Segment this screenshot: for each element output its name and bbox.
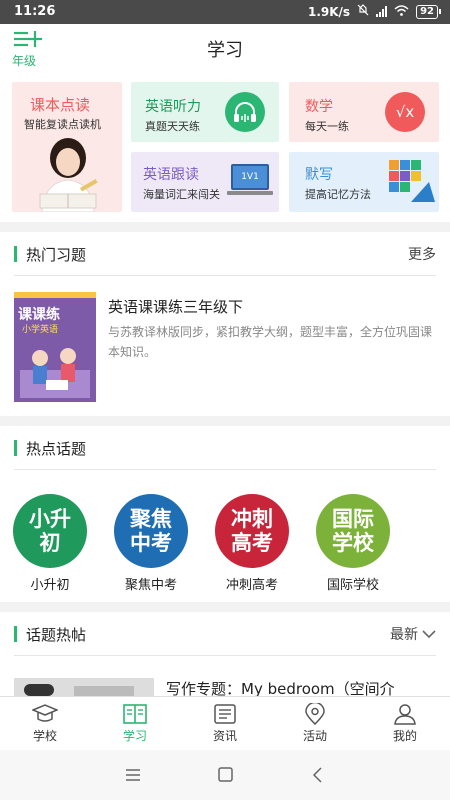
square-icon bbox=[218, 767, 233, 782]
topic-item-zhongkao[interactable]: 聚焦 中考 聚焦中考 bbox=[113, 494, 189, 593]
tab-study[interactable]: 学习 bbox=[90, 697, 180, 751]
hot-exercises-section: 热门习题 更多 课课练 小学英语 英语课课练三年级下 与苏教译林版同步，紧扣教学… bbox=[0, 232, 450, 416]
topic-badge: 冲刺 高考 bbox=[215, 494, 289, 568]
card-title: 数学 bbox=[305, 99, 333, 115]
section-accent-bar bbox=[14, 626, 17, 642]
topic-badge: 聚焦 中考 bbox=[114, 494, 188, 568]
book-icon bbox=[123, 704, 147, 724]
system-nav-bar bbox=[0, 750, 450, 800]
section-header: 热门习题 更多 bbox=[14, 232, 436, 276]
mute-icon bbox=[357, 4, 369, 19]
feature-grid: 课本点读 智能复读点读机 英语听力 真题天天练 数学 每天一练 √x 英语跟读 … bbox=[0, 72, 450, 222]
card-title: 课本点读 bbox=[30, 96, 91, 114]
book-title: 英语课课练三年级下 bbox=[108, 298, 244, 316]
post-thumbnail bbox=[14, 678, 154, 696]
section-accent-bar bbox=[14, 440, 17, 456]
tab-label: 资讯 bbox=[212, 729, 237, 743]
card-subtitle: 真题天天练 bbox=[145, 120, 200, 133]
status-time: 11:26 bbox=[14, 4, 56, 19]
english-follow-reading-card[interactable]: 英语跟读 海量词汇来闯关 1V1 bbox=[131, 152, 279, 212]
sort-label: 最新 bbox=[390, 627, 418, 643]
tab-mine[interactable]: 我的 bbox=[360, 697, 450, 751]
section-accent-bar bbox=[14, 246, 17, 262]
blocks-icon bbox=[389, 160, 435, 202]
wifi-icon bbox=[394, 4, 409, 19]
page-title: 学习 bbox=[207, 40, 243, 61]
laptop-1v1-icon: 1V1 bbox=[227, 164, 273, 200]
card-subtitle: 每天一练 bbox=[305, 120, 349, 133]
topic-item-gaokao[interactable]: 冲刺 高考 冲刺高考 bbox=[214, 494, 290, 593]
hot-topics-section: 热点话题 小升 初 小升初 聚焦 中考 聚焦中考 冲刺 高考 冲刺高考 国际 学… bbox=[0, 426, 450, 602]
menu-key[interactable] bbox=[122, 764, 146, 786]
card-title: 英语跟读 bbox=[143, 167, 199, 183]
cell-signal-icon bbox=[376, 6, 388, 17]
topic-badge: 国际 学校 bbox=[316, 494, 390, 568]
back-key[interactable] bbox=[306, 764, 330, 786]
section-title: 热门习题 bbox=[26, 246, 87, 264]
network-speed: 1.9K/s bbox=[307, 4, 351, 19]
book-description: 与苏教译林版同步，紧扣教学大纲，题型丰富，全方位巩固课本知识。 bbox=[108, 325, 433, 359]
tab-label: 我的 bbox=[392, 729, 417, 743]
user-icon bbox=[394, 704, 416, 725]
section-title: 热点话题 bbox=[26, 440, 87, 458]
news-icon bbox=[214, 704, 236, 724]
topic-label: 聚焦中考 bbox=[124, 578, 177, 593]
location-pin-icon bbox=[305, 703, 325, 725]
bottom-tab-bar: 学校 学习 资讯 活动 我的 bbox=[0, 696, 450, 750]
tab-label: 活动 bbox=[302, 729, 327, 743]
topic-item-international-school[interactable]: 国际 学校 国际学校 bbox=[315, 494, 391, 593]
card-title: 英语听力 bbox=[145, 99, 201, 115]
topic-posts-section: 话题热帖 最新 写作专题：My bedroom（空间介 bbox=[0, 612, 450, 698]
topic-badge: 小升 初 bbox=[13, 494, 87, 568]
book-cover-image: 课课练 小学英语 bbox=[14, 292, 96, 402]
section-title: 话题热帖 bbox=[26, 626, 87, 644]
more-link[interactable]: 更多 bbox=[408, 244, 436, 264]
home-key[interactable] bbox=[214, 764, 238, 786]
tab-news[interactable]: 资讯 bbox=[180, 697, 270, 751]
section-header: 话题热帖 最新 bbox=[14, 612, 436, 656]
card-title: 默写 bbox=[305, 167, 333, 183]
english-listening-card[interactable]: 英语听力 真题天天练 bbox=[131, 82, 279, 142]
tab-activity[interactable]: 活动 bbox=[270, 697, 360, 751]
card-subtitle: 海量词汇来闯关 bbox=[143, 188, 220, 201]
app-header: 年级 学习 bbox=[0, 24, 450, 72]
math-card[interactable]: 数学 每天一练 √x bbox=[289, 82, 439, 142]
tab-label: 学校 bbox=[32, 729, 57, 743]
tab-label: 学习 bbox=[122, 729, 147, 743]
topic-item-xiaoshengchu[interactable]: 小升 初 小升初 bbox=[12, 494, 88, 593]
student-reading-illustration bbox=[39, 138, 98, 212]
battery-icon: 92 bbox=[416, 4, 441, 19]
headphones-icon bbox=[225, 92, 265, 132]
chevron-down-icon bbox=[422, 630, 436, 639]
topic-label: 小升初 bbox=[30, 578, 70, 593]
dictation-card[interactable]: 默写 提高记忆方法 bbox=[289, 152, 439, 212]
textbook-reading-card[interactable]: 课本点读 智能复读点读机 bbox=[12, 82, 122, 212]
sort-dropdown[interactable]: 最新 bbox=[390, 624, 436, 644]
tab-school[interactable]: 学校 bbox=[0, 697, 90, 751]
square-root-icon: √x bbox=[385, 92, 425, 132]
back-chevron-icon bbox=[312, 767, 322, 783]
menu-lines-icon bbox=[126, 769, 140, 781]
graduation-cap-icon bbox=[32, 704, 58, 722]
status-bar: 11:26 1.9K/s 92 bbox=[0, 0, 450, 24]
card-subtitle: 提高记忆方法 bbox=[305, 188, 371, 201]
card-subtitle: 智能复读点读机 bbox=[24, 118, 101, 131]
topic-label: 国际学校 bbox=[326, 578, 379, 593]
topic-label: 冲刺高考 bbox=[225, 578, 278, 593]
section-header: 热点话题 bbox=[14, 426, 436, 470]
